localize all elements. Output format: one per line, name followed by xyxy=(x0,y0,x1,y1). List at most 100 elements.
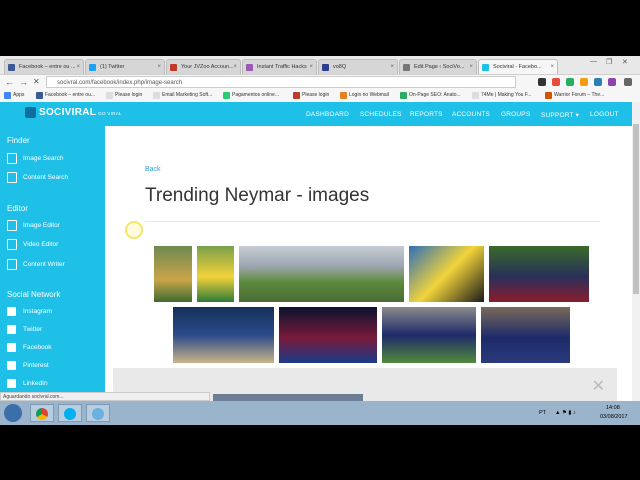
tab-favicon xyxy=(482,64,489,71)
status-bar: Aguardando socivral.com... xyxy=(0,392,210,401)
language-indicator[interactable]: PT xyxy=(539,410,546,416)
browser-tab[interactable]: Facebook – entre ou ... × xyxy=(4,59,84,74)
bookmark-item[interactable]: Pagamentos online... xyxy=(223,91,279,100)
bookmark-item[interactable]: On-Page SEO: Anato... xyxy=(400,91,461,100)
main-content: Back Trending Neymar - images ✕ xyxy=(105,126,632,425)
app-logo[interactable]: SOCIVIRAL GO VIRAL xyxy=(25,107,122,118)
taskbar: PT ▲ ⚑ ▮ ♪ 14:08 03/08/2017 xyxy=(0,401,640,425)
back-link[interactable]: Back xyxy=(145,166,161,173)
taskbar-skype[interactable] xyxy=(58,404,82,422)
sidebar-item-facebook[interactable]: Facebook xyxy=(7,342,52,353)
content-writer-icon xyxy=(7,259,17,270)
forward-arrow-icon[interactable]: → xyxy=(19,76,28,88)
image-thumbnail[interactable] xyxy=(279,307,377,363)
scrollbar-thumb[interactable] xyxy=(633,124,639,294)
bookmarks-bar: Apps Facebook – entre ou... Please login… xyxy=(0,89,640,103)
browser-tab-active[interactable]: Sociviral - Facebo... × xyxy=(478,59,558,74)
minimize-icon[interactable]: — xyxy=(590,58,597,65)
image-thumbnail[interactable] xyxy=(154,246,192,302)
browser-tab[interactable]: Your JVZoo Accoun... × xyxy=(166,59,241,74)
tab-close-icon[interactable]: × xyxy=(76,60,80,74)
image-thumbnail[interactable] xyxy=(489,246,589,302)
back-arrow-icon[interactable]: ← xyxy=(5,76,14,88)
windows-start-icon[interactable] xyxy=(4,404,22,422)
bookmark-item[interactable]: Facebook – entre ou... xyxy=(36,91,95,100)
video-editor-icon xyxy=(7,239,17,250)
nav-groups[interactable]: GROUPS xyxy=(501,111,530,118)
browser-tab[interactable]: vo8Q × xyxy=(318,59,398,74)
tab-close-icon[interactable]: × xyxy=(309,60,313,74)
extension-icon[interactable] xyxy=(608,78,616,86)
mouse-cursor-highlight xyxy=(125,221,143,239)
taskbar-chrome[interactable] xyxy=(30,404,54,422)
bookmark-item[interactable]: 74Me | Making You F... xyxy=(472,91,532,100)
extension-icon[interactable] xyxy=(580,78,588,86)
image-thumbnail[interactable] xyxy=(382,307,476,363)
sidebar-item-video-editor[interactable]: Video Editor xyxy=(7,239,58,250)
extension-icon[interactable] xyxy=(538,78,546,86)
image-editor-icon xyxy=(7,220,17,231)
sidebar-item-instagram[interactable]: Instagram xyxy=(7,306,52,317)
image-thumbnail[interactable] xyxy=(409,246,484,302)
tab-close-icon[interactable]: × xyxy=(233,60,237,74)
tab-close-icon[interactable]: × xyxy=(390,60,394,74)
image-thumbnail[interactable] xyxy=(481,307,570,363)
address-row: ← → ✕ socivral.com/facebook/index.php/im… xyxy=(0,75,640,89)
extension-icon[interactable] xyxy=(566,78,574,86)
skype-icon xyxy=(64,408,76,420)
bookmark-item[interactable]: Email Marketing Soft... xyxy=(153,91,212,100)
browser-tab[interactable]: Edit Page ‹ SociVo... × xyxy=(399,59,477,74)
menu-icon[interactable] xyxy=(624,78,632,86)
sidebar-item-twitter[interactable]: Twitter xyxy=(7,324,42,335)
bookmark-item[interactable]: Please login xyxy=(293,91,329,100)
bookmark-item[interactable]: Login no Webmail xyxy=(340,91,389,100)
screen: Facebook – entre ou ... × (1) Twitter × Yo… xyxy=(0,56,640,425)
sidebar-item-content-search[interactable]: Content Search xyxy=(7,172,68,183)
close-icon[interactable]: ✕ xyxy=(592,376,605,396)
tab-close-icon[interactable]: × xyxy=(157,60,161,74)
page-icon xyxy=(293,92,300,99)
extension-icon[interactable] xyxy=(552,78,560,86)
instagram-icon xyxy=(7,307,16,316)
sidebar-item-image-editor[interactable]: Image Editor xyxy=(7,220,60,231)
page-icon xyxy=(106,92,113,99)
nav-logout[interactable]: LOGOUT xyxy=(590,111,619,118)
image-thumbnail[interactable] xyxy=(173,307,274,363)
nav-accounts[interactable]: ACCOUNTS xyxy=(452,111,490,118)
sidebar-item-linkedin[interactable]: LinkedIn xyxy=(7,378,48,389)
tab-favicon xyxy=(170,64,177,71)
url-text: socivral.com/facebook/index.php/image-se… xyxy=(57,80,183,86)
nav-reports[interactable]: REPORTS xyxy=(410,111,443,118)
close-window-icon[interactable]: ✕ xyxy=(622,58,628,66)
bookmark-apps[interactable]: Apps xyxy=(4,91,24,100)
tab-title: Facebook – entre ou ... xyxy=(19,64,76,70)
taskbar-recorder[interactable] xyxy=(86,404,110,422)
browser-tab[interactable]: Instant Traffic Hacks × xyxy=(242,59,317,74)
seo-icon xyxy=(400,92,407,99)
tab-title: Instant Traffic Hacks xyxy=(257,64,307,70)
image-thumbnail[interactable] xyxy=(239,246,404,302)
sidebar-item-pinterest[interactable]: Pinterest xyxy=(7,360,49,371)
tab-title: Your JVZoo Accoun... xyxy=(181,64,234,70)
tab-favicon xyxy=(246,64,253,71)
image-thumbnail[interactable] xyxy=(197,246,234,302)
sidebar-item-image-search[interactable]: Image Search xyxy=(7,153,63,164)
address-bar[interactable]: socivral.com/facebook/index.php/image-se… xyxy=(46,76,516,88)
nav-dashboard[interactable]: DASHBOARD xyxy=(306,111,349,118)
sidebar-section-editor: Editor xyxy=(7,204,28,213)
pagseguro-icon xyxy=(223,92,230,99)
maximize-icon[interactable]: ❐ xyxy=(606,58,612,66)
page-scrollbar[interactable] xyxy=(632,102,640,425)
nav-schedules[interactable]: SCHEDULES xyxy=(360,111,402,118)
tab-close-icon[interactable]: × xyxy=(469,60,473,74)
bookmark-item[interactable]: Warrior Forum – The... xyxy=(545,91,604,100)
stop-loading-icon[interactable]: ✕ xyxy=(33,76,40,88)
nav-support[interactable]: SUPPORT ▾ xyxy=(541,111,579,119)
tray-icons[interactable]: ▲ ⚑ ▮ ♪ xyxy=(555,410,576,416)
sidebar-item-content-writer[interactable]: Content Writer xyxy=(7,259,65,270)
browser-tab[interactable]: (1) Twitter × xyxy=(85,59,165,74)
bookmark-item[interactable]: Please login xyxy=(106,91,142,100)
sidebar-section-finder: Finder xyxy=(7,136,30,145)
tab-close-icon[interactable]: × xyxy=(550,60,554,74)
extension-icon[interactable] xyxy=(594,78,602,86)
